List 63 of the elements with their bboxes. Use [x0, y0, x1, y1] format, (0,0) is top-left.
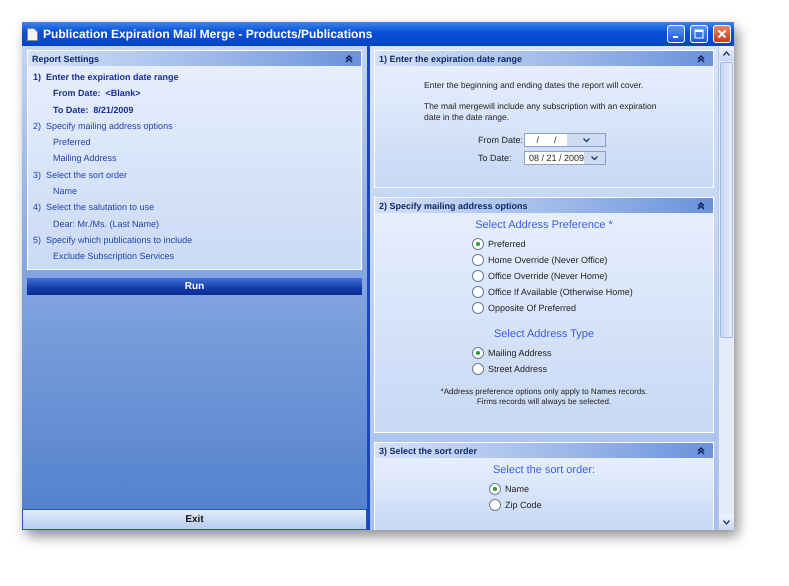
date-field[interactable]: / /: [524, 133, 606, 147]
setting-value: Exclude Subscription Services: [52, 250, 176, 264]
option-label: Opposite Of Preferred: [488, 303, 576, 313]
document-icon: [27, 28, 38, 40]
section-title: 3) Select the sort order: [379, 446, 478, 456]
maximize-button[interactable]: [690, 25, 708, 43]
setting-value: To Date: 8/21/2009: [52, 104, 134, 117]
step-text: 5) Specify which publications to include: [32, 234, 194, 247]
close-button[interactable]: [713, 25, 731, 43]
instruction-text: The mail mergewill include any subscription with an expiration date in the date range.: [424, 101, 658, 123]
step-text: 1) Enter the expiration date range: [32, 71, 180, 84]
radio-button[interactable]: [472, 254, 484, 266]
collapse-icon[interactable]: [345, 54, 353, 62]
collapse-icon[interactable]: [697, 202, 705, 210]
maximize-icon: [694, 29, 704, 39]
setting-value: Mailing Address: [52, 152, 118, 166]
group-heading: Select the sort order:: [492, 464, 596, 476]
option-label: Office Override (Never Home): [488, 271, 608, 281]
section-title: 2) Specify mailing address options: [379, 200, 528, 210]
panel-title: Report Settings: [32, 54, 100, 64]
option-label: Name: [505, 484, 530, 494]
step-text: 3) Select the sort order: [32, 168, 128, 182]
radio-button[interactable]: [472, 270, 484, 282]
setting-value: Preferred: [52, 136, 92, 150]
group-heading: Select Address Preference *: [475, 219, 613, 231]
window-title: Publication Expiration Mail Merge - Products/Publications: [43, 27, 374, 41]
option-label: Office If Available (Otherwise Home): [488, 287, 633, 297]
setting-value: From Date: <Blank>: [52, 87, 142, 100]
collapse-icon[interactable]: [697, 446, 705, 454]
close-icon: [717, 29, 727, 39]
radio-button[interactable]: [472, 347, 484, 359]
radio-button[interactable]: [489, 483, 501, 495]
option-label: Home Override (Never Office): [488, 255, 608, 265]
setting-value: Name: [52, 185, 78, 198]
date-field[interactable]: 08 / 21 / 2009: [524, 151, 606, 165]
option-label: Preferred: [488, 239, 526, 249]
scroll-down-button[interactable]: [719, 515, 734, 530]
radio-button[interactable]: [472, 238, 484, 250]
dropdown-icon[interactable]: [591, 156, 598, 160]
step-text: 4) Select the salutation to use: [32, 201, 156, 214]
instruction-text: Enter the beginning and ending dates the report will cover.: [424, 80, 644, 91]
option-label: Street Address: [488, 364, 548, 374]
field-label: From Date:: [478, 135, 524, 145]
scrollbar-thumb[interactable]: [720, 62, 733, 338]
collapse-icon[interactable]: [697, 54, 705, 62]
minimize-button[interactable]: [667, 25, 685, 43]
option-label: Mailing Address: [488, 348, 552, 358]
section-title: 1) Enter the expiration date range: [379, 54, 522, 64]
group-heading: Select Address Type: [494, 328, 594, 340]
field-label: To Date:: [478, 153, 513, 163]
radio-button[interactable]: [472, 302, 484, 314]
note-text: Firms records will always be selected.: [476, 397, 612, 407]
note-text: *Address preference options only apply to Names records.: [440, 387, 648, 397]
radio-button[interactable]: [472, 286, 484, 298]
run-button[interactable]: Run: [27, 278, 362, 295]
dropdown-icon[interactable]: [582, 138, 590, 142]
scroll-up-button[interactable]: [719, 46, 734, 61]
radio-button[interactable]: [489, 499, 501, 511]
step-text: 2) Specify mailing address options: [32, 120, 174, 133]
exit-button[interactable]: Exit: [22, 509, 367, 530]
setting-value: Dear: Mr./Ms. (Last Name): [52, 218, 160, 231]
option-label: Zip Code: [505, 500, 542, 510]
radio-button[interactable]: [472, 363, 484, 375]
